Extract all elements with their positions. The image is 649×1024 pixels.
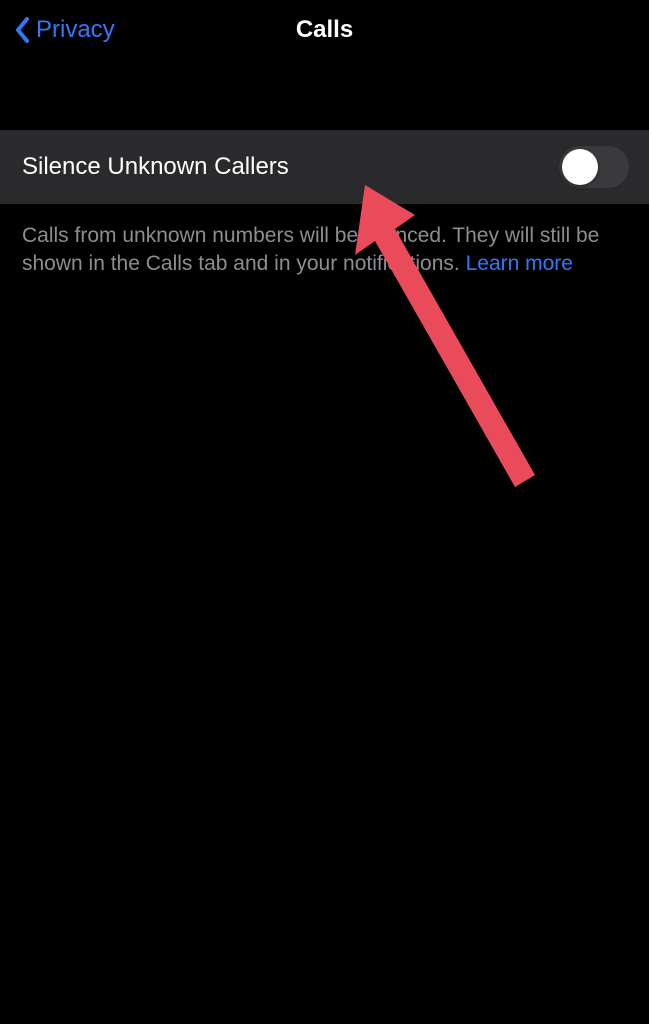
learn-more-link[interactable]: Learn more bbox=[466, 252, 573, 275]
silence-unknown-callers-row: Silence Unknown Callers bbox=[0, 130, 649, 204]
chevron-left-icon bbox=[14, 16, 30, 44]
silence-unknown-callers-toggle[interactable] bbox=[559, 146, 629, 188]
silence-unknown-callers-label: Silence Unknown Callers bbox=[22, 153, 289, 181]
content: Silence Unknown Callers Calls from unkno… bbox=[0, 130, 649, 297]
description-text: Calls from unknown numbers will be silen… bbox=[0, 204, 649, 297]
back-button[interactable]: Privacy bbox=[10, 8, 119, 52]
toggle-knob bbox=[562, 149, 598, 185]
back-label: Privacy bbox=[36, 16, 115, 44]
header: Privacy Calls bbox=[0, 0, 649, 60]
page-title: Calls bbox=[296, 16, 353, 44]
